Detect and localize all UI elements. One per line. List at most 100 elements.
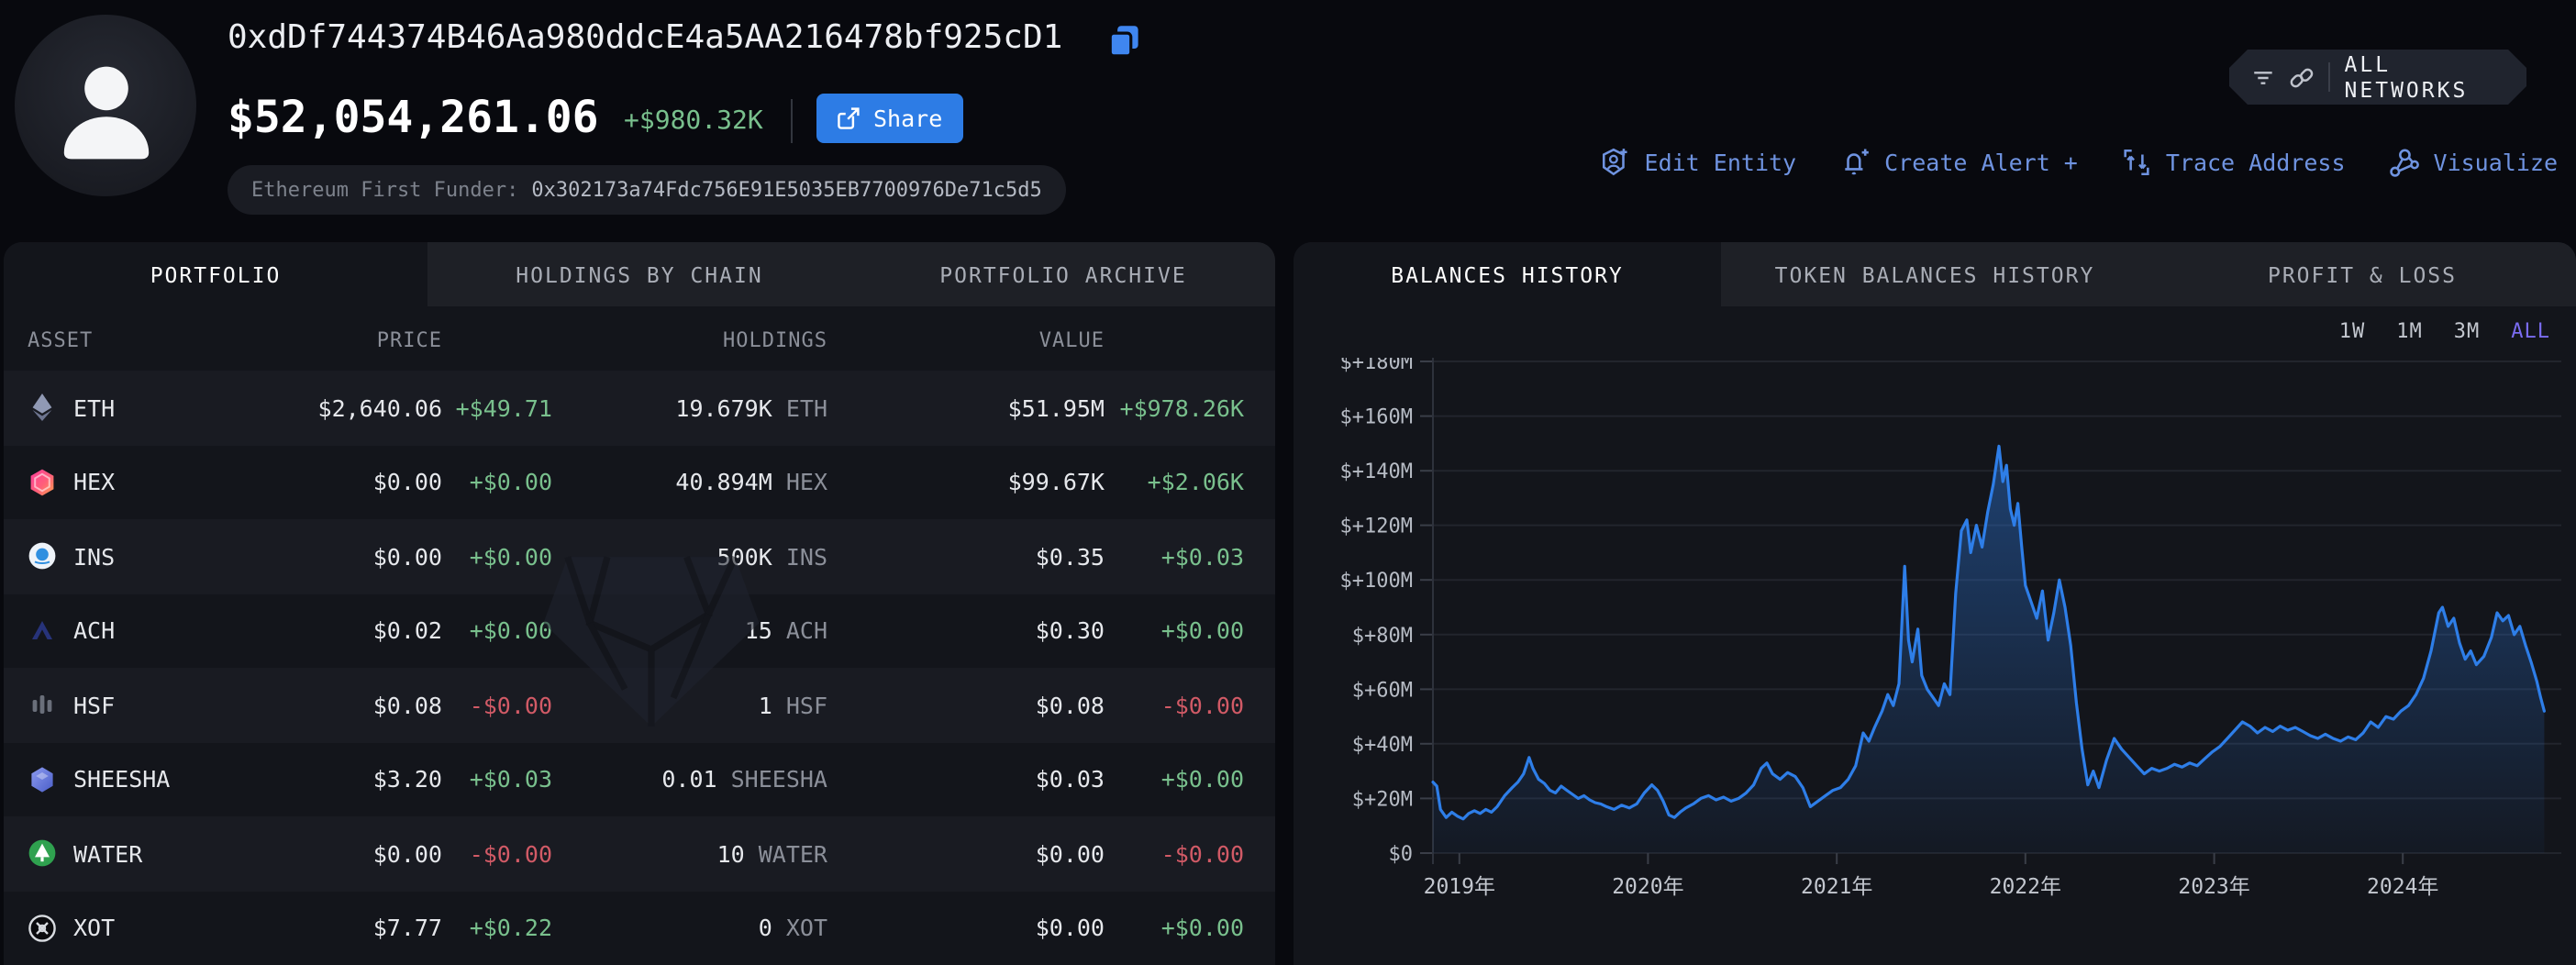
asset-table-header: ASSET PRICE HOLDINGS VALUE bbox=[4, 310, 1275, 371]
visualize-button[interactable]: Visualize bbox=[2390, 147, 2558, 178]
balance-change: +$980.32K bbox=[624, 106, 763, 136]
asset-unit: INS bbox=[786, 543, 827, 571]
share-icon bbox=[837, 106, 861, 130]
asset-price-change: +$0.00 bbox=[442, 543, 552, 571]
asset-unit: SHEESHA bbox=[731, 766, 827, 793]
asset-table-body: ETH$2,640.06+$49.7119.679K ETH$51.95M+$9… bbox=[4, 371, 1275, 965]
share-label: Share bbox=[873, 105, 942, 132]
network-selector-label: ALL NETWORKS bbox=[2345, 51, 2505, 103]
col-price: PRICE bbox=[239, 328, 442, 352]
svg-text:$+60M: $+60M bbox=[1352, 679, 1413, 702]
portfolio-panel: PORTFOLIO HOLDINGS BY CHAIN PORTFOLIO AR… bbox=[4, 242, 1275, 965]
range-1m[interactable]: 1M bbox=[2396, 319, 2423, 343]
asset-price: $2,640.06 bbox=[239, 394, 442, 422]
range-1w[interactable]: 1W bbox=[2339, 319, 2366, 343]
asset-holdings: 0.01 SHEESHA bbox=[552, 766, 827, 793]
table-row[interactable]: HSF$0.08-$0.001 HSF$0.08-$0.00 bbox=[4, 668, 1275, 742]
svg-text:$+120M: $+120M bbox=[1340, 516, 1413, 538]
svg-text:$+100M: $+100M bbox=[1340, 570, 1413, 593]
table-row[interactable]: XOT$7.77+$0.220 XOT$0.00+$0.00 bbox=[4, 891, 1275, 965]
asset-holdings: 500K INS bbox=[552, 543, 827, 571]
svg-text:2021年: 2021年 bbox=[1801, 875, 1872, 899]
svg-text:$+20M: $+20M bbox=[1352, 788, 1413, 811]
asset-symbol: ETH bbox=[73, 394, 115, 422]
asset-value-change: +$978.26K bbox=[1105, 394, 1244, 422]
asset-value-change: +$0.00 bbox=[1105, 617, 1244, 645]
person-icon bbox=[41, 41, 170, 170]
network-selector[interactable]: ALL NETWORKS bbox=[2229, 50, 2526, 105]
asset-price: $0.08 bbox=[239, 692, 442, 719]
xot-token-icon bbox=[28, 914, 57, 943]
tab-balances-history[interactable]: BALANCES HISTORY bbox=[1294, 242, 1721, 306]
asset-holdings: 10 WATER bbox=[552, 840, 827, 868]
divider bbox=[2328, 62, 2330, 92]
asset-price-change: -$0.00 bbox=[442, 692, 552, 719]
asset-unit: XOT bbox=[786, 915, 827, 942]
balances-chart[interactable]: $+180M$+160M$+140M$+120M$+100M$+80M$+60M… bbox=[1294, 358, 2576, 908]
tab-holdings-by-chain[interactable]: HOLDINGS BY CHAIN bbox=[427, 242, 851, 306]
tab-profit-loss[interactable]: PROFIT & LOSS bbox=[2149, 242, 2576, 306]
svg-text:2024年: 2024年 bbox=[2367, 875, 2438, 899]
entity-icon bbox=[1601, 147, 1632, 178]
time-range-selector: 1W 1M 3M ALL bbox=[2339, 319, 2550, 343]
asset-price-change: +$0.00 bbox=[442, 617, 552, 645]
svg-text:2019年: 2019年 bbox=[1424, 875, 1495, 899]
asset-holdings: 0 XOT bbox=[552, 915, 827, 942]
asset-price: $0.02 bbox=[239, 617, 442, 645]
asset-price-change: +$0.00 bbox=[442, 469, 552, 496]
col-holdings: HOLDINGS bbox=[552, 328, 827, 352]
asset-price-change: +$0.03 bbox=[442, 766, 552, 793]
table-row[interactable]: SHEESHA$3.20+$0.030.01 SHEESHA$0.03+$0.0… bbox=[4, 742, 1275, 816]
table-row[interactable]: INS$0.00+$0.00500K INS$0.35+$0.03 bbox=[4, 519, 1275, 593]
portfolio-tabs: PORTFOLIO HOLDINGS BY CHAIN PORTFOLIO AR… bbox=[4, 242, 1275, 306]
create-alert-button[interactable]: Create Alert + bbox=[1840, 147, 2078, 178]
svg-text:$+80M: $+80M bbox=[1352, 625, 1413, 648]
sheesha-token-icon bbox=[28, 765, 57, 794]
asset-value-change: -$0.00 bbox=[1105, 692, 1244, 719]
app-window: 0xdDf744374B46Aa980ddcE4a5AA216478bf925c… bbox=[0, 0, 2576, 965]
link-icon bbox=[2290, 63, 2314, 91]
hsf-token-icon bbox=[28, 691, 57, 720]
asset-value: $0.00 bbox=[827, 915, 1105, 942]
share-button[interactable]: Share bbox=[816, 94, 962, 143]
asset-value-change: +$0.00 bbox=[1105, 915, 1244, 942]
funder-label: Ethereum First Funder: bbox=[251, 178, 518, 202]
table-row[interactable]: ETH$2,640.06+$49.7119.679K ETH$51.95M+$9… bbox=[4, 371, 1275, 445]
divider bbox=[791, 99, 793, 143]
action-label: Visualize bbox=[2434, 149, 2558, 176]
asset-holdings: 1 HSF bbox=[552, 692, 827, 719]
first-funder-badge[interactable]: Ethereum First Funder: 0x302173a74Fdc756… bbox=[228, 165, 1066, 215]
table-row[interactable]: ACH$0.02+$0.0015 ACH$0.30+$0.00 bbox=[4, 593, 1275, 668]
tab-portfolio[interactable]: PORTFOLIO bbox=[4, 242, 427, 306]
range-3m[interactable]: 3M bbox=[2454, 319, 2481, 343]
range-all[interactable]: ALL bbox=[2511, 319, 2550, 343]
water-token-icon bbox=[28, 839, 57, 869]
asset-value: $0.00 bbox=[827, 840, 1105, 868]
chart-tabs: BALANCES HISTORY TOKEN BALANCES HISTORY … bbox=[1294, 242, 2576, 306]
avatar bbox=[15, 15, 196, 196]
action-label: Edit Entity bbox=[1645, 149, 1797, 176]
table-row[interactable]: HEX$0.00+$0.0040.894M HEX$99.67K+$2.06K bbox=[4, 445, 1275, 519]
asset-unit: HSF bbox=[786, 692, 827, 719]
asset-holdings: 19.679K ETH bbox=[552, 394, 827, 422]
tab-portfolio-archive[interactable]: PORTFOLIO ARCHIVE bbox=[851, 242, 1275, 306]
header-actions: Edit Entity Create Alert + Trace Address bbox=[1601, 147, 2558, 178]
asset-value-change: -$0.00 bbox=[1105, 840, 1244, 868]
asset-price-change: +$0.22 bbox=[442, 915, 552, 942]
trace-address-button[interactable]: Trace Address bbox=[2122, 147, 2346, 178]
hex-token-icon bbox=[28, 468, 57, 497]
funder-address: 0x302173a74Fdc756E91E5035EB7700976De71c5… bbox=[531, 178, 1041, 202]
asset-unit: WATER bbox=[759, 840, 827, 868]
copy-address-icon[interactable] bbox=[1108, 24, 1141, 57]
asset-symbol: HEX bbox=[73, 469, 115, 496]
asset-symbol: SHEESHA bbox=[73, 766, 170, 793]
edit-entity-button[interactable]: Edit Entity bbox=[1601, 147, 1797, 178]
svg-text:$0: $0 bbox=[1389, 843, 1414, 866]
tab-token-balances-history[interactable]: TOKEN BALANCES HISTORY bbox=[1721, 242, 2149, 306]
asset-price: $3.20 bbox=[239, 766, 442, 793]
asset-price: $0.00 bbox=[239, 469, 442, 496]
action-label: Trace Address bbox=[2166, 149, 2346, 176]
table-row[interactable]: WATER$0.00-$0.0010 WATER$0.00-$0.00 bbox=[4, 816, 1275, 891]
svg-text:2022年: 2022年 bbox=[1990, 875, 2061, 899]
col-asset: ASSET bbox=[28, 328, 239, 352]
